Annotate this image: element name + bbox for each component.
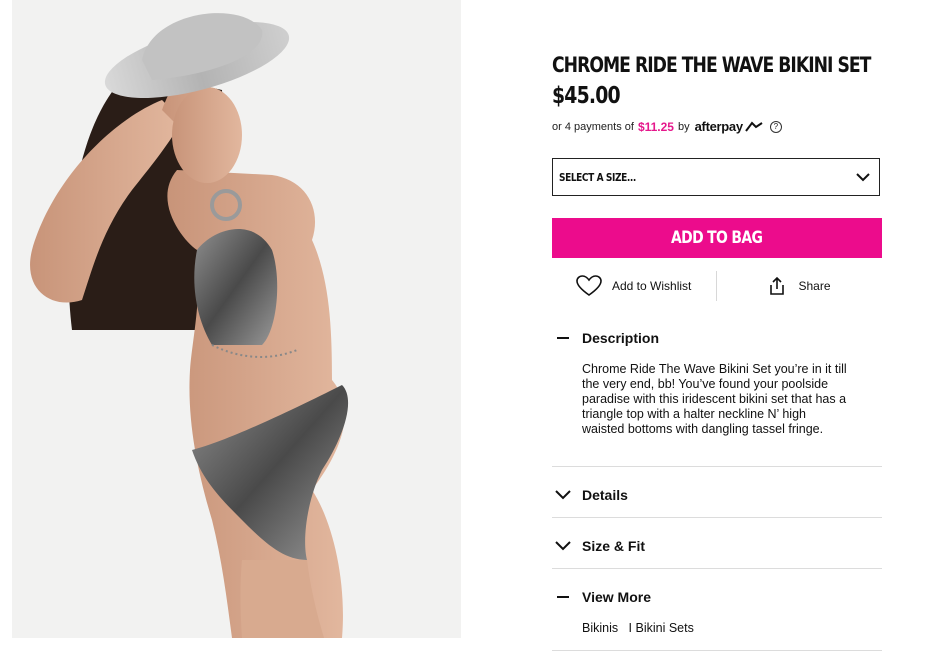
accordion-details-header[interactable]: Details — [552, 487, 882, 503]
size-select[interactable]: SELECT A SIZE... — [552, 158, 880, 196]
afterpay-info: or 4 payments of $11.25 by afterpay ? — [552, 119, 782, 134]
wishlist-label: Add to Wishlist — [612, 279, 692, 293]
chevron-down-icon — [554, 539, 574, 553]
product-actions: Add to Wishlist Share — [552, 268, 882, 304]
add-to-bag-label: ADD TO BAG — [671, 228, 763, 248]
size-select-label: SELECT A SIZE... — [559, 170, 636, 184]
add-to-wishlist-button[interactable]: Add to Wishlist — [552, 268, 716, 304]
divider — [552, 650, 882, 651]
product-price: $45.00 — [552, 83, 621, 109]
accordion-size-fit-header[interactable]: Size & Fit — [552, 538, 882, 554]
minus-icon — [554, 331, 574, 345]
afterpay-arrows-icon — [744, 120, 763, 132]
afterpay-amount: $11.25 — [637, 119, 674, 134]
share-label: Share — [798, 279, 831, 293]
help-icon[interactable]: ? — [769, 120, 782, 133]
product-image[interactable] — [12, 0, 461, 638]
minus-icon — [554, 590, 574, 604]
afterpay-by: by — [677, 120, 690, 133]
accordion-details-title: Details — [582, 487, 628, 503]
accordion-view-more-title: View More — [582, 589, 651, 605]
afterpay-prefix: or 4 payments of — [552, 120, 634, 133]
accordion-description-header[interactable]: Description — [552, 330, 882, 346]
share-button[interactable]: Share — [717, 268, 882, 304]
afterpay-logo: afterpay — [694, 119, 743, 134]
category-links[interactable]: Bikinis I Bikini Sets — [582, 621, 694, 635]
accordion-view-more-header[interactable]: View More — [552, 589, 882, 605]
product-description: Chrome Ride The Wave Bikini Set you’re i… — [582, 362, 847, 436]
accordion-size-fit-title: Size & Fit — [582, 538, 646, 554]
divider — [552, 517, 882, 518]
heart-icon — [576, 275, 602, 296]
divider — [552, 466, 882, 467]
chevron-down-icon — [554, 488, 574, 502]
product-title: CHROME RIDE THE WAVE BIKINI SET — [552, 53, 871, 77]
add-to-bag-button[interactable]: ADD TO BAG — [552, 218, 882, 258]
accordion-description-title: Description — [582, 330, 660, 346]
share-icon — [770, 276, 785, 295]
divider — [552, 568, 882, 569]
chevron-down-icon — [856, 173, 870, 182]
